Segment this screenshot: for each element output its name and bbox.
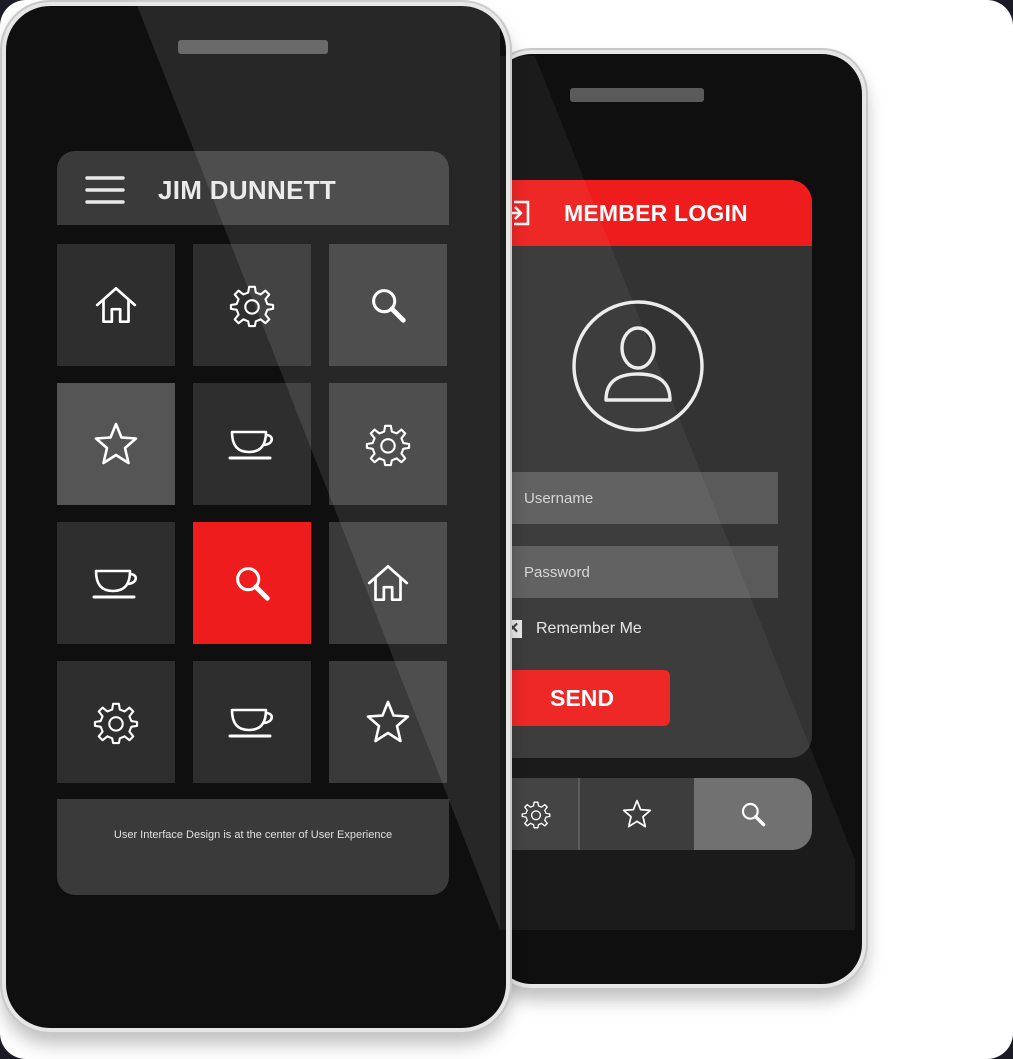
search-icon bbox=[229, 560, 275, 606]
remember-me-row[interactable]: ✕ Remember Me bbox=[504, 620, 642, 638]
search-icon bbox=[737, 798, 769, 830]
footer-tagline: User Interface Design is at the center o… bbox=[113, 829, 393, 841]
phone-speaker bbox=[178, 40, 328, 54]
login-title: MEMBER LOGIN bbox=[564, 200, 748, 226]
page-title: JIM DUNNETT bbox=[158, 175, 337, 205]
bottom-nav-bar bbox=[494, 778, 812, 850]
password-field[interactable] bbox=[498, 546, 778, 598]
gear-icon bbox=[365, 421, 411, 467]
home-icon bbox=[363, 558, 413, 608]
tile-coffee[interactable] bbox=[193, 661, 311, 783]
coffee-cup-icon bbox=[224, 698, 280, 746]
tile-coffee[interactable] bbox=[193, 383, 311, 505]
remember-me-label: Remember Me bbox=[536, 620, 642, 637]
coffee-cup-icon bbox=[88, 559, 144, 607]
star-icon bbox=[621, 798, 653, 830]
user-avatar-icon bbox=[570, 298, 706, 439]
footer-bar: User Interface Design is at the center o… bbox=[57, 799, 449, 895]
canvas: MEMBER LOGIN ✕ Remember Me SEND bbox=[0, 0, 1013, 1059]
username-field[interactable] bbox=[498, 472, 778, 524]
phone-front: JIM DUNNETT User Interface Design is at … bbox=[2, 2, 510, 1032]
send-button[interactable]: SEND bbox=[494, 670, 670, 726]
search-icon bbox=[365, 282, 411, 328]
phone-speaker bbox=[570, 88, 704, 102]
app-header: JIM DUNNETT bbox=[57, 151, 449, 225]
tile-coffee[interactable] bbox=[57, 522, 175, 644]
star-icon bbox=[92, 420, 140, 468]
tile-settings[interactable] bbox=[193, 244, 311, 366]
coffee-cup-icon bbox=[224, 420, 280, 468]
tile-home[interactable] bbox=[329, 522, 447, 644]
bottom-nav-search-button[interactable] bbox=[694, 778, 812, 850]
tile-home[interactable] bbox=[57, 244, 175, 366]
hamburger-menu-icon[interactable] bbox=[85, 175, 125, 210]
gear-icon bbox=[229, 282, 275, 328]
login-header: MEMBER LOGIN bbox=[494, 180, 812, 246]
star-icon bbox=[364, 698, 412, 746]
tile-search-active[interactable] bbox=[193, 522, 311, 644]
tile-favorites[interactable] bbox=[57, 383, 175, 505]
bottom-nav-star-button[interactable] bbox=[580, 778, 694, 850]
gear-icon bbox=[93, 699, 139, 745]
home-icon bbox=[91, 280, 141, 330]
tile-favorites[interactable] bbox=[329, 661, 447, 783]
tile-settings[interactable] bbox=[57, 661, 175, 783]
tile-search[interactable] bbox=[329, 244, 447, 366]
gear-icon bbox=[521, 799, 551, 829]
login-card: MEMBER LOGIN ✕ Remember Me SEND bbox=[494, 180, 812, 758]
tile-settings[interactable] bbox=[329, 383, 447, 505]
phone-back: MEMBER LOGIN ✕ Remember Me SEND bbox=[488, 50, 866, 988]
